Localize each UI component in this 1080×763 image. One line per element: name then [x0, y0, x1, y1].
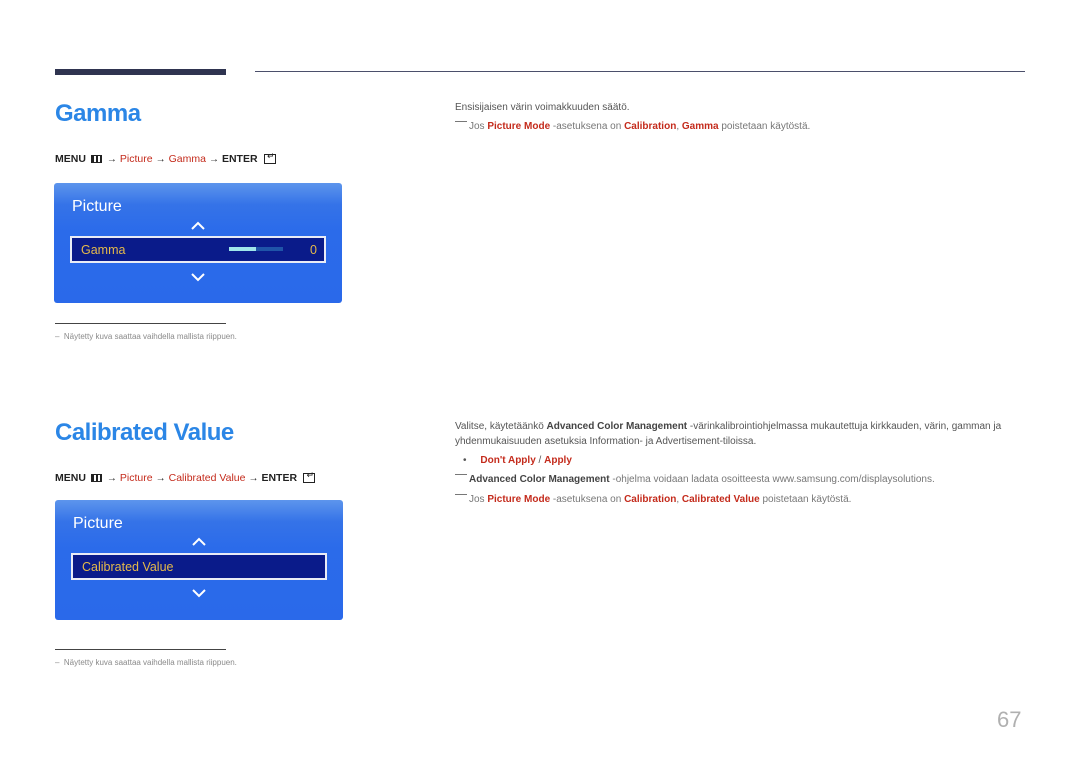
option-dont-apply: Don't Apply — [480, 455, 536, 466]
osd-picture-menu-calibrated-value: Picture Calibrated Value — [55, 500, 343, 620]
option-apply: Apply — [544, 455, 572, 466]
menu-label: MENU — [55, 472, 86, 484]
text-run: Jos — [469, 494, 488, 505]
text-run: poistetaan käytöstä. — [718, 121, 811, 132]
osd-item-label: Gamma — [81, 243, 126, 257]
gamma-description: Ensisijaisen värin voimakkuuden säätö. — [455, 102, 630, 113]
osd-item-gamma[interactable]: Gamma 0 — [70, 236, 326, 263]
enter-icon — [263, 151, 276, 164]
footnote-calibrated-value: – Näytetty kuva saattaa vaihdella mallis… — [55, 658, 237, 667]
menu-path-gamma: MENU → Picture → Gamma → ENTER — [55, 151, 276, 165]
menu-grid-icon — [90, 155, 102, 163]
calibrated-value-note-disabled: Jos Picture Mode -asetuksena on Calibrat… — [455, 494, 851, 505]
footnote-text: Näytetty kuva saattaa vaihdella mallista… — [63, 332, 237, 341]
text-run: -asetuksena on — [550, 121, 625, 132]
emphasis-text: Advanced Color Management — [546, 421, 688, 432]
enter-icon — [303, 470, 316, 483]
header-accent-bar — [55, 69, 226, 75]
arrow-icon: → — [106, 472, 117, 484]
calibrated-value-note-download: Advanced Color Management -ohjelma voida… — [455, 474, 935, 485]
bullet-icon: • — [463, 455, 467, 466]
menu-step-picture: Picture — [119, 472, 153, 484]
emphasis-text: Gamma — [681, 121, 719, 132]
footnote-text: Näytetty kuva saattaa vaihdella mallista… — [63, 658, 237, 667]
menu-label: MENU — [55, 153, 86, 165]
note-dash-icon — [455, 474, 467, 475]
section-title-gamma: Gamma — [55, 100, 141, 127]
arrow-icon: → — [106, 153, 117, 165]
gamma-note: Jos Picture Mode -asetuksena on Calibrat… — [455, 121, 810, 132]
note-text: Jos Picture Mode -asetuksena on Calibrat… — [469, 494, 851, 505]
chevron-down-icon[interactable] — [190, 271, 206, 283]
gamma-slider[interactable] — [229, 247, 283, 251]
osd-picture-menu-gamma: Picture Gamma 0 — [54, 183, 342, 303]
osd-item-calibrated-value[interactable]: Calibrated Value — [71, 553, 327, 580]
text-run: poistetaan käytöstä. — [759, 494, 852, 505]
chevron-down-icon[interactable] — [191, 587, 207, 599]
option-separator: / — [535, 455, 545, 466]
arrow-icon: → — [155, 472, 166, 484]
emphasis-text: Calibrated Value — [681, 494, 760, 505]
text-run: Valitse, käytetäänkö — [455, 421, 547, 432]
enter-label: ENTER — [261, 472, 298, 484]
menu-grid-icon — [90, 474, 102, 482]
note-dash-icon — [455, 494, 467, 495]
calibrated-value-description: Valitse, käytetäänkö Advanced Color Mana… — [455, 419, 1025, 449]
note-dash-icon — [455, 121, 467, 122]
footnote-rule — [55, 649, 226, 650]
text-run: -asetuksena on — [550, 494, 625, 505]
osd-title: Picture — [72, 198, 122, 215]
text-run: Jos — [469, 121, 488, 132]
osd-item-label: Calibrated Value — [82, 560, 174, 574]
description-text: Valitse, käytetäänkö Advanced Color Mana… — [455, 421, 1001, 447]
arrow-icon: → — [248, 472, 259, 484]
emphasis-text: Picture Mode — [487, 494, 551, 505]
chevron-up-icon[interactable] — [190, 220, 206, 232]
emphasis-text: Advanced Color Management — [469, 474, 610, 485]
menu-path-calibrated-value: MENU → Picture → Calibrated Value → ENTE… — [55, 470, 316, 484]
options-list-item: • Don't Apply / Apply — [463, 455, 572, 466]
enter-label: ENTER — [221, 153, 258, 165]
page-number: 67 — [997, 707, 1022, 732]
menu-step-calibrated-value: Calibrated Value — [168, 472, 246, 484]
footnote-dash: – — [55, 332, 64, 341]
emphasis-text: Calibration — [624, 494, 677, 505]
emphasis-text: Picture Mode — [487, 121, 551, 132]
header-rule — [255, 71, 1025, 72]
arrow-icon: → — [155, 153, 166, 165]
footnote-gamma: – Näytetty kuva saattaa vaihdella mallis… — [55, 332, 237, 341]
note-text: Jos Picture Mode -asetuksena on Calibrat… — [469, 121, 810, 132]
osd-title: Picture — [73, 515, 123, 532]
menu-step-gamma: Gamma — [168, 153, 206, 165]
section-title-calibrated-value: Calibrated Value — [55, 419, 234, 446]
emphasis-text: Calibration — [624, 121, 677, 132]
text-run: -ohjelma voidaan ladata osoitteesta www.… — [609, 474, 935, 485]
arrow-icon: → — [208, 153, 219, 165]
chevron-up-icon[interactable] — [191, 536, 207, 548]
menu-step-picture: Picture — [119, 153, 153, 165]
gamma-slider-fill — [229, 247, 256, 251]
footnote-rule — [55, 323, 226, 324]
note-text: Advanced Color Management -ohjelma voida… — [469, 474, 935, 485]
footnote-dash: – — [55, 658, 64, 667]
osd-item-value: 0 — [310, 243, 317, 257]
